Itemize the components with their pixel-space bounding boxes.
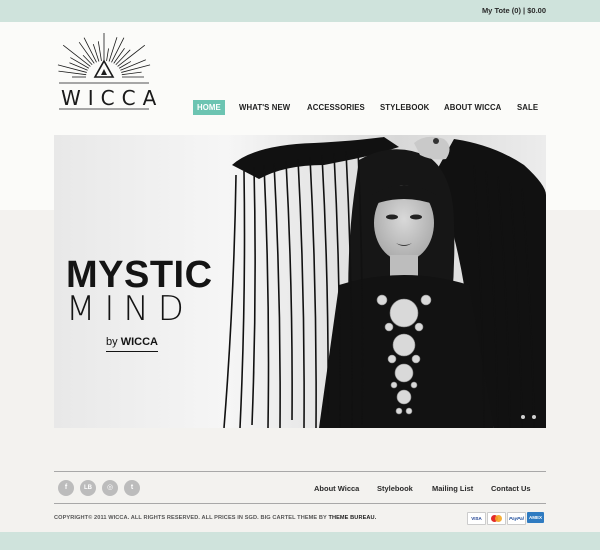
footer-link-mailing-list[interactable]: Mailing List [432, 484, 473, 493]
theme-credit-link[interactable]: THEME BUREAU. [328, 515, 376, 521]
site-logo[interactable]: WICCA [53, 28, 156, 113]
footer-divider [54, 471, 546, 472]
top-bar: My Tote (0) | $0.00 [0, 0, 600, 22]
nav-home[interactable]: HOME [193, 100, 225, 115]
tumblr-icon[interactable]: t [124, 480, 140, 496]
lookbook-icon[interactable]: LB [80, 480, 96, 496]
slider-dots [518, 406, 536, 424]
hero-by-prefix: by [106, 336, 118, 348]
hero-byline: by WICCA [106, 336, 158, 352]
hero-subtitle: MIND [66, 289, 193, 329]
nav-stylebook[interactable]: STYLEBOOK [380, 100, 429, 115]
nav-accessories[interactable]: ACCESSORIES [307, 100, 365, 115]
instagram-icon[interactable]: ◎ [102, 480, 118, 496]
paypal-icon: PayPal [507, 512, 526, 525]
nav-about-wicca[interactable]: ABOUT WICCA [444, 100, 501, 115]
hero-banner[interactable]: MYSTIC MIND by WICCA [54, 135, 546, 428]
bottom-bar [0, 532, 600, 550]
nav-sale[interactable]: SALE [517, 100, 538, 115]
slider-dot[interactable] [532, 415, 536, 419]
logo-text: WICCA [61, 86, 164, 110]
tote-link[interactable]: My Tote (0) | $0.00 [482, 6, 546, 15]
footer-link-stylebook[interactable]: Stylebook [377, 484, 413, 493]
footer-divider [54, 503, 546, 504]
slider-dot[interactable] [520, 415, 525, 419]
hero-by-brand: WICCA [120, 336, 158, 348]
facebook-icon[interactable]: f [58, 480, 74, 496]
footer-link-contact[interactable]: Contact Us [491, 484, 531, 493]
nav-whats-new[interactable]: WHAT'S NEW [239, 100, 290, 115]
copyright-main: COPYRIGHT© 2011 WICCA. ALL RIGHTS RESERV… [54, 515, 327, 521]
visa-icon: VISA [467, 512, 486, 525]
footer-link-about[interactable]: About Wicca [314, 484, 359, 493]
mastercard-icon [487, 512, 506, 525]
amex-icon: AMEX [527, 512, 544, 523]
copyright-text: COPYRIGHT© 2011 WICCA. ALL RIGHTS RESERV… [54, 515, 376, 521]
